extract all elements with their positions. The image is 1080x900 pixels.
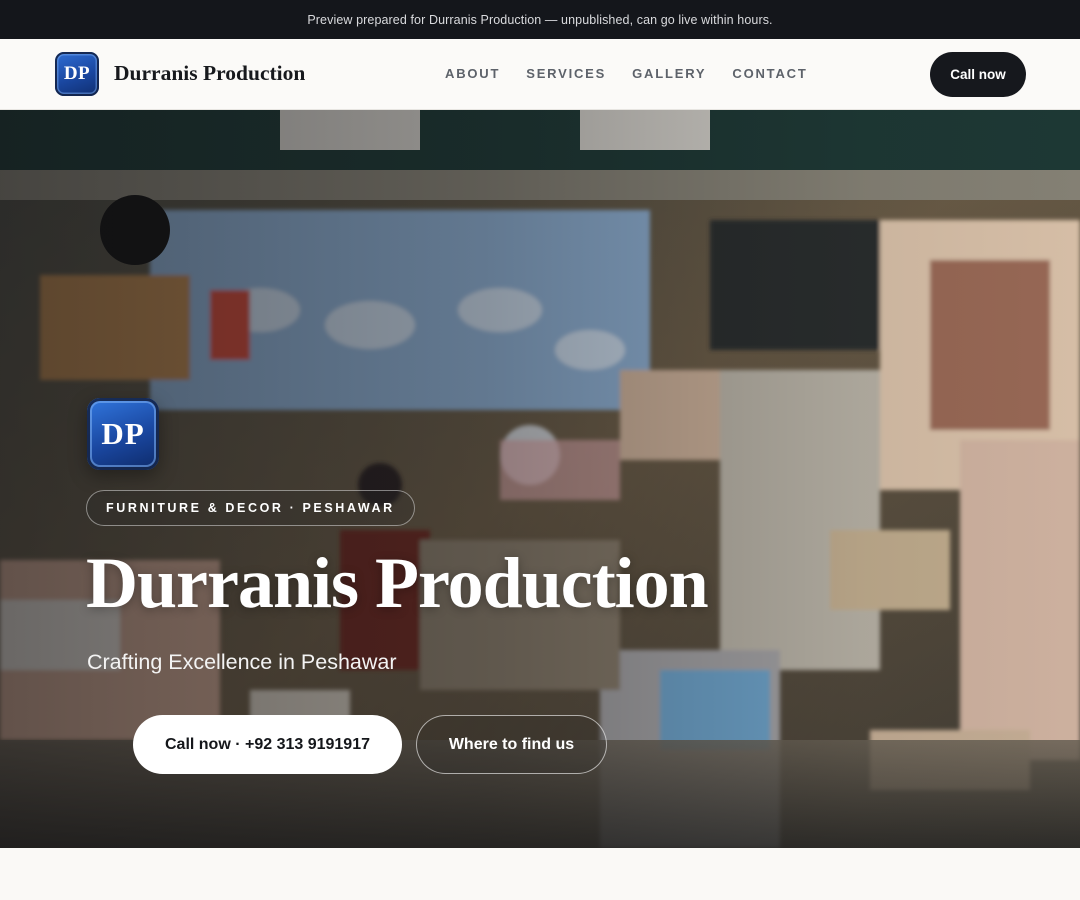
call-now-button[interactable]: Call now xyxy=(930,52,1026,97)
tagline-pill: FURNITURE & DECOR · PESHAWAR xyxy=(86,490,415,526)
main-nav: ABOUT SERVICES GALLERY CONTACT xyxy=(445,66,834,81)
nav-link-gallery[interactable]: GALLERY xyxy=(632,66,706,81)
announcement-bar: Preview prepared for Durranis Production… xyxy=(0,0,1080,39)
announcement-text: Preview prepared for Durranis Production… xyxy=(307,12,773,27)
brand-name[interactable]: Durranis Production xyxy=(114,61,305,86)
hero-subtitle: Crafting Excellence in Peshawar xyxy=(87,650,397,674)
logo-icon[interactable]: DP xyxy=(55,52,99,96)
find-us-button[interactable]: Where to find us xyxy=(416,715,607,774)
hero-title: Durranis Production xyxy=(86,543,709,623)
hero-logo-icon: DP xyxy=(87,398,159,470)
nav-link-about[interactable]: ABOUT xyxy=(445,66,500,81)
site-header: DP Durranis Production ABOUT SERVICES GA… xyxy=(0,39,1080,110)
hero-section: DP FURNITURE & DECOR · PESHAWAR Durranis… xyxy=(0,110,1080,848)
logo-initials: DP xyxy=(63,63,91,84)
hero-logo-initials: DP xyxy=(101,416,145,451)
nav-link-services[interactable]: SERVICES xyxy=(526,66,606,81)
call-phone-button[interactable]: Call now · +92 313 9191917 xyxy=(133,715,402,774)
nav-link-contact[interactable]: CONTACT xyxy=(732,66,807,81)
